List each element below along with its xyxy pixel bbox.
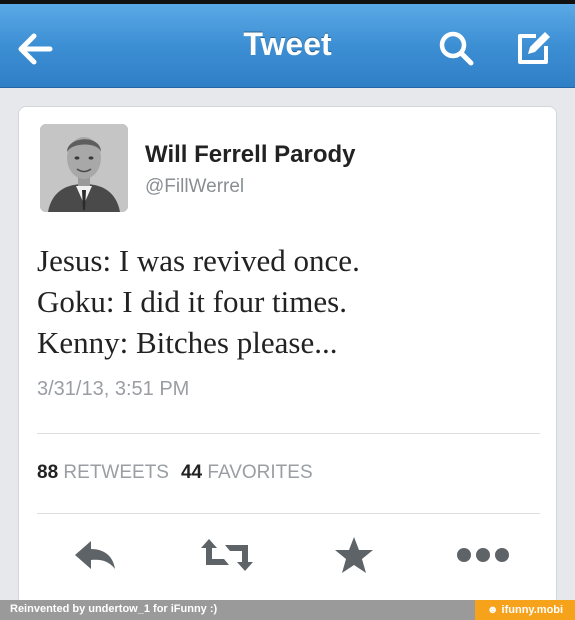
- more-dots-icon[interactable]: [454, 535, 509, 575]
- retweets-label: RETWEETS: [63, 462, 169, 483]
- reply-icon[interactable]: [71, 535, 119, 575]
- tweet-text: Jesus: I was revived once. Goku: I did i…: [37, 240, 537, 363]
- footer-credit: Reinvented by undertow_1 for iFunny :): [10, 603, 218, 615]
- watermark-footer: Reinvented by undertow_1 for iFunny :) ☻…: [0, 600, 575, 620]
- tweet-card: Will Ferrell Parody @FillWerrel Jesus: I…: [18, 106, 557, 606]
- compose-icon[interactable]: [512, 28, 554, 70]
- favorites-stat[interactable]: 44 FAVORITES: [181, 462, 313, 483]
- divider: [37, 433, 540, 434]
- retweets-stat[interactable]: 88 RETWEETS: [37, 462, 169, 483]
- footer-badge: ☻ ifunny.mobi: [475, 600, 575, 620]
- nav-title: Tweet: [243, 26, 332, 62]
- retweet-icon[interactable]: [199, 535, 253, 575]
- search-icon[interactable]: [436, 28, 478, 70]
- favorite-star-icon[interactable]: [330, 535, 378, 575]
- retweets-count: 88: [37, 462, 59, 483]
- timestamp: 3/31/13, 3:51 PM: [37, 378, 190, 400]
- tweet-line: Jesus: I was revived once.: [37, 243, 360, 278]
- author-handle: @FillWerrel: [145, 176, 245, 197]
- tweet-line: Kenny: Bitches please...: [37, 325, 338, 360]
- favorites-label: FAVORITES: [207, 462, 313, 483]
- avatar[interactable]: [40, 124, 128, 212]
- tweet-line: Goku: I did it four times.: [37, 284, 347, 319]
- favorites-count: 44: [180, 462, 203, 483]
- tweet-stats: 88 RETWEETS 44 FAVORITES: [37, 462, 313, 484]
- navigation-bar: Tweet: [0, 0, 575, 88]
- divider: [37, 513, 540, 514]
- author-name[interactable]: Will Ferrell Parody: [145, 141, 356, 169]
